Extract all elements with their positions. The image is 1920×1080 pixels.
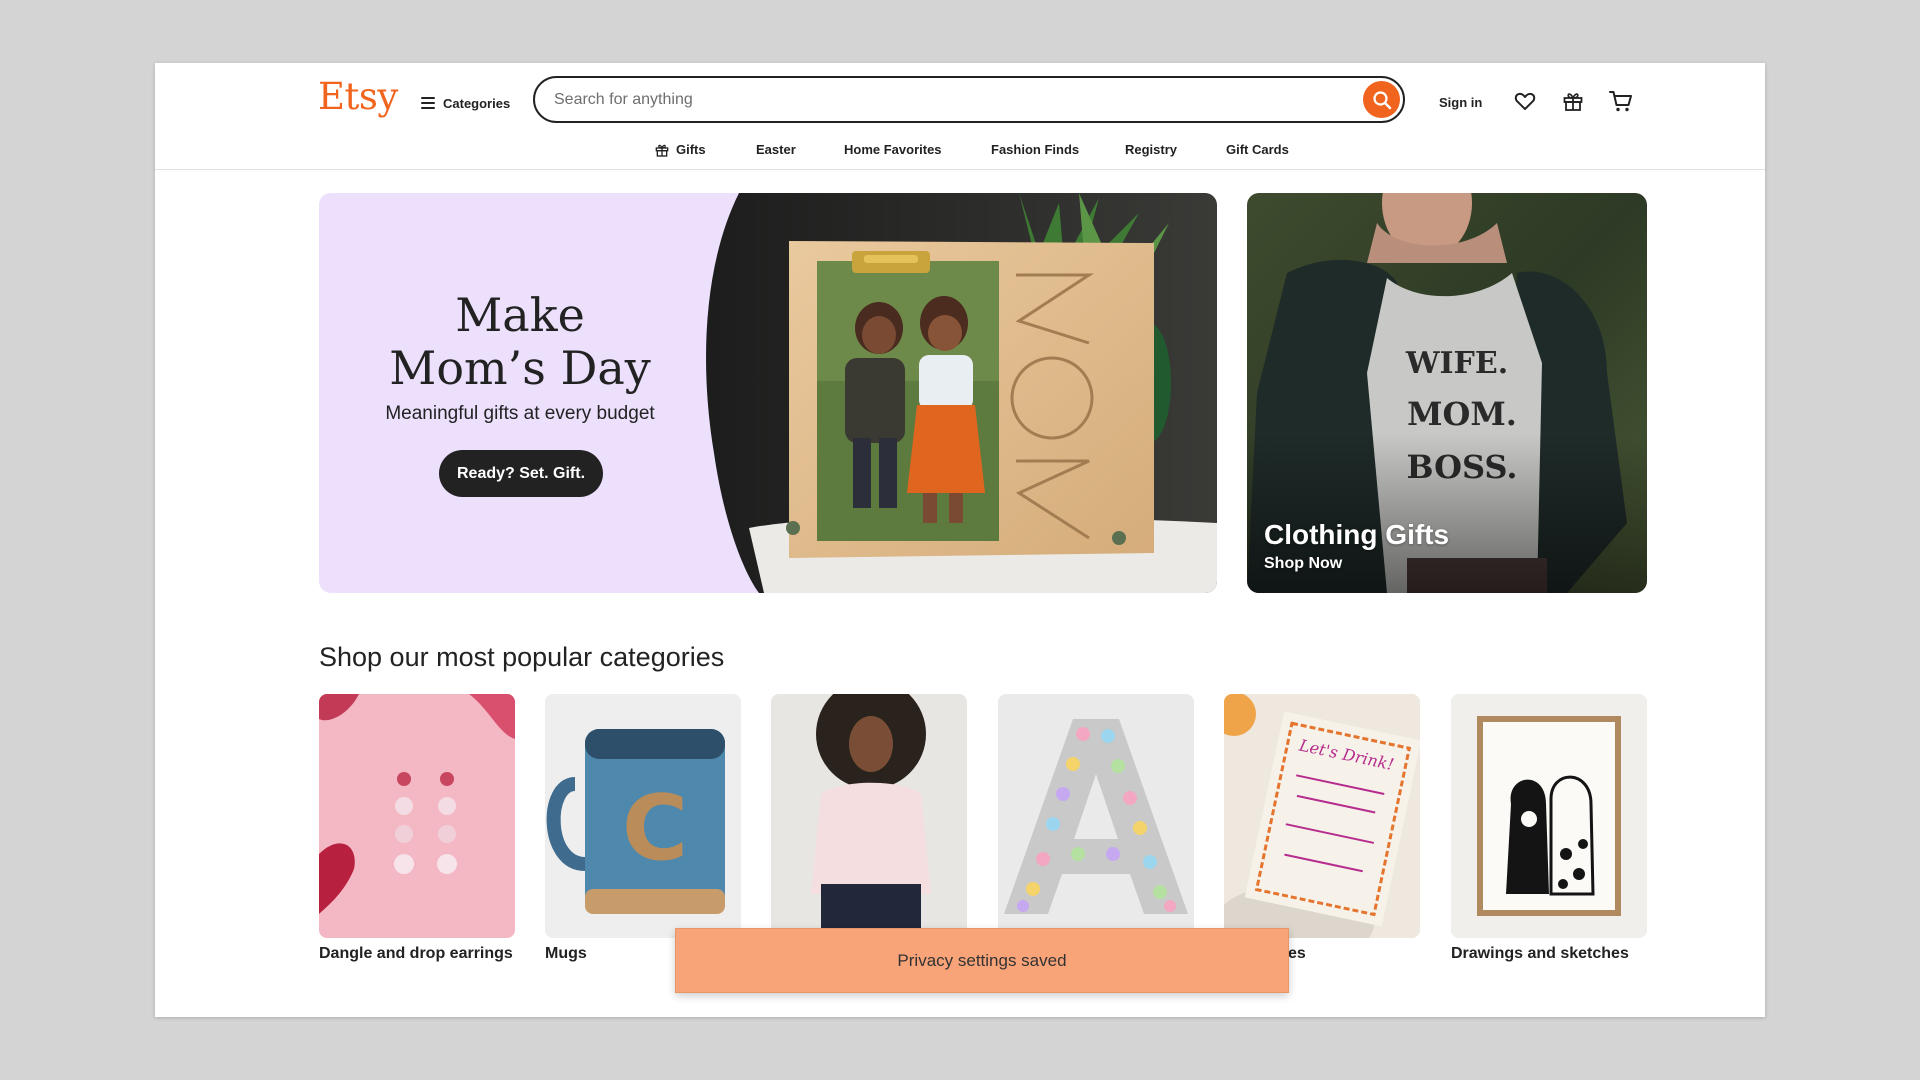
clothing-gifts-card[interactable]: WIFE. MOM. BOSS. Clothing Gifts Shop Now [1247, 193, 1647, 593]
gift-icon [1563, 93, 1583, 111]
search-bar [533, 76, 1405, 123]
category-image-drawings [1451, 694, 1647, 938]
categories-menu-button[interactable]: Categories [421, 91, 510, 115]
hero-cta-button[interactable]: Ready? Set. Gift. [439, 450, 603, 497]
category-label: Drawings and sketches [1451, 945, 1629, 962]
clothing-gifts-title: Clothing Gifts [1264, 519, 1450, 550]
subnav-item-home-favorites[interactable]: Home Favorites [844, 135, 942, 165]
category-card-drawings[interactable]: Drawings and sketches [1451, 694, 1647, 964]
etsy-logo[interactable]: Etsy [318, 75, 398, 118]
hero-title: Make Mom’s Day [319, 289, 721, 395]
favorites-button[interactable] [1511, 87, 1539, 115]
category-image-5: Let's Drink! [1224, 694, 1420, 938]
subnav-item-fashion-finds[interactable]: Fashion Finds [991, 135, 1079, 165]
hero-title-line: Make [455, 288, 585, 342]
search-icon [1372, 90, 1391, 109]
category-image-4 [998, 694, 1194, 938]
sign-in-link[interactable]: Sign in [1439, 91, 1482, 115]
category-subnav: Gifts Easter Home Favorites Fashion Find… [155, 135, 1765, 165]
subnav-item-easter[interactable]: Easter [756, 135, 796, 165]
subnav-item-gift-cards[interactable]: Gift Cards [1226, 135, 1289, 165]
subnav-label: Gifts [676, 142, 706, 157]
browser-page: Etsy Categories Sign in [155, 63, 1765, 1017]
categories-label: Categories [443, 95, 511, 111]
search-button[interactable] [1363, 81, 1400, 118]
svg-text:C: C [622, 776, 688, 881]
category-card-3[interactable] [771, 694, 967, 944]
site-header: Etsy Categories Sign in [155, 63, 1765, 170]
hamburger-icon [421, 97, 435, 109]
cart-icon [1609, 91, 1632, 112]
category-card-5[interactable]: Let's Drink! es [1224, 694, 1420, 964]
privacy-toast: Privacy settings saved [675, 928, 1289, 993]
toast-message: Privacy settings saved [897, 950, 1067, 970]
gift-mode-button[interactable] [1559, 87, 1587, 115]
hero-banner[interactable]: Make Mom’s Day Meaningful gifts at every… [319, 193, 1217, 593]
search-input[interactable] [552, 89, 1363, 110]
category-card-4[interactable] [998, 694, 1194, 944]
popular-categories-heading: Shop our most popular categories [319, 642, 725, 672]
category-image-earrings [319, 694, 515, 938]
hero-subtitle: Meaningful gifts at every budget [385, 403, 655, 424]
category-card-earrings[interactable]: Dangle and drop earrings [319, 694, 515, 964]
cart-button[interactable] [1607, 87, 1635, 115]
category-label: Dangle and drop earrings [319, 945, 513, 962]
subnav-item-gifts[interactable]: Gifts [654, 135, 706, 165]
shop-now-link[interactable]: Shop Now [1264, 555, 1342, 573]
category-image-3 [771, 694, 967, 938]
subnav-item-registry[interactable]: Registry [1125, 135, 1177, 165]
heart-icon [1514, 92, 1536, 110]
gift-icon [655, 144, 669, 157]
category-image-mugs: C [545, 694, 741, 938]
hero-title-line: Mom’s Day [389, 341, 651, 395]
category-card-mugs[interactable]: C Mugs [545, 694, 741, 964]
